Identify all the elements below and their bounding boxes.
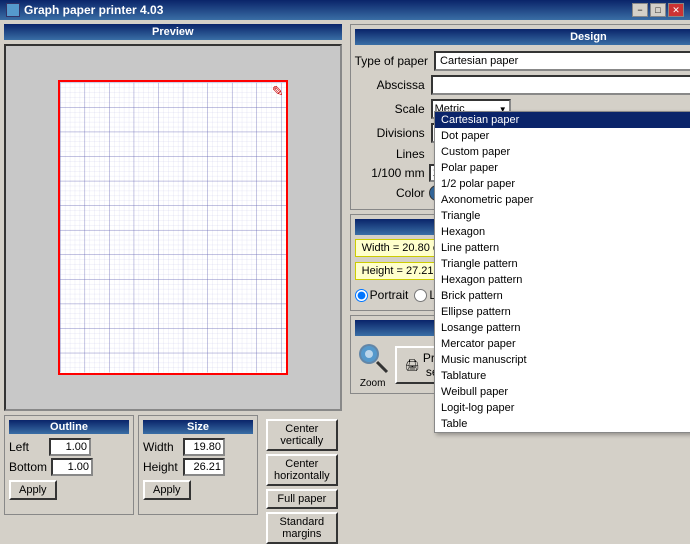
paper-type-popup[interactable]: Cartesian paper Dot paper Custom paper P… <box>434 111 690 433</box>
corner-icon: ✎ <box>272 84 284 96</box>
paper-option-cartesian[interactable]: Cartesian paper <box>435 112 690 128</box>
paper-option-hexagon[interactable]: Hexagon <box>435 224 690 240</box>
paper-option-dot[interactable]: Dot paper <box>435 128 690 144</box>
right-panel: Design Type of paper Cartesian paper ▼ C… <box>346 20 690 519</box>
paper-option-custom[interactable]: Custom paper <box>435 144 690 160</box>
paper-option-triangle[interactable]: Triangle <box>435 208 690 224</box>
title-bar: Graph paper printer 4.03 − □ ✕ <box>0 0 690 20</box>
left-input[interactable] <box>49 438 91 456</box>
abscissa-dropdown[interactable]: ▼ <box>431 75 690 95</box>
outline-section: Outline Left Bottom Apply <box>4 415 134 515</box>
landscape-radio[interactable] <box>414 289 427 302</box>
width-row: Width <box>143 438 253 456</box>
height-row: Height <box>143 458 253 476</box>
design-header: Design <box>355 29 690 45</box>
center-vertically-button[interactable]: Center vertically <box>266 419 338 451</box>
abscissa-label: Abscissa <box>355 78 425 92</box>
size-apply-button[interactable]: Apply <box>143 480 191 500</box>
bottom-input[interactable] <box>51 458 93 476</box>
width-input[interactable] <box>183 438 225 456</box>
paper-option-half-polar[interactable]: 1/2 polar paper <box>435 176 690 192</box>
height-input[interactable] <box>183 458 225 476</box>
bottom-row: Outline Left Bottom Apply Size Width <box>4 415 342 515</box>
portrait-option[interactable]: Portrait <box>355 288 409 302</box>
paper-option-triangle-pattern[interactable]: Triangle pattern <box>435 256 690 272</box>
paper-option-ellipse[interactable]: Ellipse pattern <box>435 304 690 320</box>
paper-option-line-pattern[interactable]: Line pattern <box>435 240 690 256</box>
paper-option-weibull[interactable]: Weibull paper <box>435 384 690 400</box>
left-margin-row: Left <box>9 438 129 456</box>
paper-option-music[interactable]: Music manuscript <box>435 352 690 368</box>
title-bar-text: Graph paper printer 4.03 <box>6 3 163 17</box>
per100mm-label: 1/100 mm <box>355 166 425 180</box>
paper-option-losange[interactable]: Losange pattern <box>435 320 690 336</box>
bottom-margin-row: Bottom <box>9 458 129 476</box>
close-button[interactable]: ✕ <box>668 3 684 17</box>
design-section: Design Type of paper Cartesian paper ▼ C… <box>350 24 690 210</box>
lines-label: Lines <box>355 147 425 161</box>
grid-paper: ✎ <box>58 80 288 375</box>
preview-area: ✎ <box>4 44 342 411</box>
scale-label: Scale <box>355 102 425 116</box>
paper-type-dropdown[interactable]: Cartesian paper ▼ <box>434 51 690 71</box>
size-section: Size Width Height Apply <box>138 415 258 515</box>
portrait-radio[interactable] <box>355 289 368 302</box>
minimize-button[interactable]: − <box>632 3 648 17</box>
height-label: Height <box>143 460 179 474</box>
center-horizontally-button[interactable]: Center horizontally <box>266 454 338 486</box>
printer-setup-icon: 🖨 <box>405 358 420 372</box>
full-paper-button[interactable]: Full paper <box>266 489 338 509</box>
standard-margins-button[interactable]: Standard margins <box>266 512 338 544</box>
paper-type-value: Cartesian paper <box>438 55 690 67</box>
paper-option-mercator[interactable]: Mercator paper <box>435 336 690 352</box>
portrait-label: Portrait <box>370 288 409 302</box>
width-label: Width <box>143 440 179 454</box>
paper-option-hexagon-pattern[interactable]: Hexagon pattern <box>435 272 690 288</box>
paper-option-polar[interactable]: Polar paper <box>435 160 690 176</box>
left-panel: Preview ✎ <box>0 20 346 519</box>
paper-option-axonometric[interactable]: Axonometric paper <box>435 192 690 208</box>
outline-header: Outline <box>9 420 129 434</box>
title-bar-buttons: − □ ✕ <box>632 3 684 17</box>
left-label: Left <box>9 440 45 454</box>
color-label: Color <box>355 186 425 200</box>
paper-option-logit[interactable]: Logit-log paper <box>435 400 690 416</box>
paper-option-table[interactable]: Table <box>435 416 690 432</box>
type-of-paper-row: Type of paper Cartesian paper ▼ Cartesia… <box>355 51 690 71</box>
action-buttons-section: Center vertically Center horizontally Fu… <box>262 415 342 515</box>
paper-option-tablature[interactable]: Tablature <box>435 368 690 384</box>
divisions-label: Divisions <box>355 126 425 140</box>
paper-option-brick[interactable]: Brick pattern <box>435 288 690 304</box>
bottom-label: Bottom <box>9 460 47 474</box>
maximize-button[interactable]: □ <box>650 3 666 17</box>
app-icon <box>6 3 20 17</box>
preview-header: Preview <box>4 24 342 40</box>
paper-type-dropdown-container: Cartesian paper ▼ Cartesian paper Dot pa… <box>434 51 690 71</box>
zoom-label: Zoom <box>360 378 386 389</box>
abscissa-row: Abscissa ▼ <box>355 75 690 95</box>
type-of-paper-label: Type of paper <box>355 54 428 68</box>
outline-apply-button[interactable]: Apply <box>9 480 57 500</box>
size-header: Size <box>143 420 253 434</box>
zoom-icon <box>355 340 391 376</box>
